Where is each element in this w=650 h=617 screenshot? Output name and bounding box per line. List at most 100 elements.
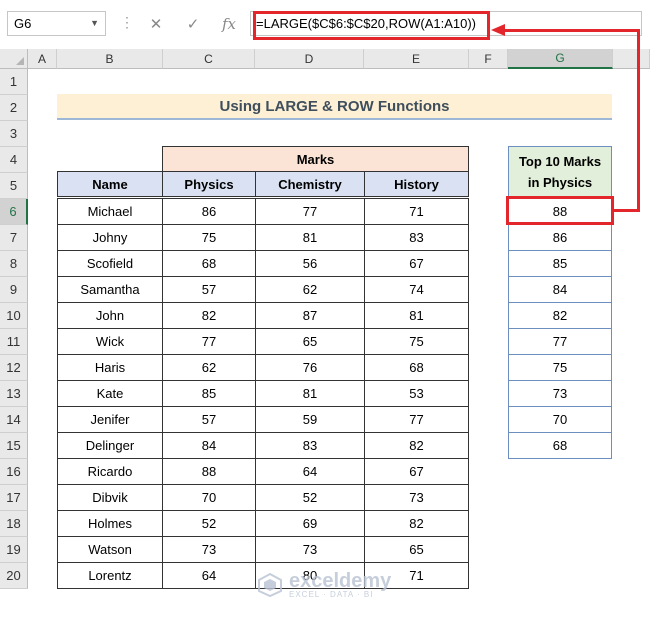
enter-icon[interactable]: ✓ [180, 11, 206, 36]
name-cell[interactable]: Watson [57, 536, 163, 563]
name-cell[interactable]: Kate [57, 380, 163, 407]
history-cell[interactable]: 67 [364, 250, 469, 277]
top10-header[interactable]: Top 10 Marks in Physics [508, 146, 612, 198]
header-history[interactable]: History [364, 171, 469, 197]
history-cell[interactable]: 68 [364, 354, 469, 381]
name-box[interactable]: G6 ▼ [7, 11, 106, 36]
physics-cell[interactable]: 73 [162, 536, 256, 563]
physics-cell[interactable]: 64 [162, 562, 256, 589]
column-header-c[interactable]: C [163, 49, 255, 69]
history-cell[interactable]: 75 [364, 328, 469, 355]
row-header-9[interactable]: 9 [0, 277, 28, 303]
name-cell[interactable]: Michael [57, 198, 163, 225]
history-cell[interactable]: 73 [364, 484, 469, 511]
chemistry-cell[interactable]: 73 [255, 536, 365, 563]
physics-cell[interactable]: 75 [162, 224, 256, 251]
physics-cell[interactable]: 82 [162, 302, 256, 329]
chemistry-cell[interactable]: 87 [255, 302, 365, 329]
chemistry-cell[interactable]: 59 [255, 406, 365, 433]
top10-value-cell[interactable]: 82 [508, 302, 612, 329]
chemistry-cell[interactable]: 81 [255, 380, 365, 407]
name-cell[interactable]: John [57, 302, 163, 329]
header-chemistry[interactable]: Chemistry [255, 171, 365, 197]
history-cell[interactable]: 83 [364, 224, 469, 251]
top10-value-cell[interactable]: 84 [508, 276, 612, 303]
row-header-3[interactable]: 3 [0, 121, 28, 147]
column-header-b[interactable]: B [57, 49, 163, 69]
top10-value-cell[interactable]: 73 [508, 380, 612, 407]
row-header-4[interactable]: 4 [0, 147, 28, 173]
top10-value-cell[interactable]: 70 [508, 406, 612, 433]
history-cell[interactable]: 77 [364, 406, 469, 433]
name-cell[interactable]: Jenifer [57, 406, 163, 433]
physics-cell[interactable]: 70 [162, 484, 256, 511]
row-header-6[interactable]: 6 [0, 199, 28, 225]
history-cell[interactable]: 81 [364, 302, 469, 329]
top10-value-cell[interactable]: 75 [508, 354, 612, 381]
name-cell[interactable]: Lorentz [57, 562, 163, 589]
row-header-1[interactable]: 1 [0, 69, 28, 95]
name-cell[interactable]: Ricardo [57, 458, 163, 485]
top10-value-cell[interactable]: 68 [508, 432, 612, 459]
column-header-f[interactable]: F [469, 49, 508, 69]
chemistry-cell[interactable]: 64 [255, 458, 365, 485]
name-cell[interactable]: Wick [57, 328, 163, 355]
select-all-corner[interactable] [0, 49, 28, 69]
row-header-14[interactable]: 14 [0, 407, 28, 433]
chemistry-cell[interactable]: 83 [255, 432, 365, 459]
history-cell[interactable]: 67 [364, 458, 469, 485]
name-cell[interactable]: Samantha [57, 276, 163, 303]
chemistry-cell[interactable]: 81 [255, 224, 365, 251]
physics-cell[interactable]: 86 [162, 198, 256, 225]
chemistry-cell[interactable]: 76 [255, 354, 365, 381]
physics-cell[interactable]: 88 [162, 458, 256, 485]
chemistry-cell[interactable]: 77 [255, 198, 365, 225]
function-icon[interactable]: fx [216, 11, 242, 36]
name-cell[interactable]: Dibvik [57, 484, 163, 511]
cancel-icon[interactable]: ✕ [143, 11, 169, 36]
row-header-5[interactable]: 5 [0, 173, 28, 199]
name-cell[interactable]: Delinger [57, 432, 163, 459]
name-cell[interactable]: Haris [57, 354, 163, 381]
column-header-d[interactable]: D [255, 49, 364, 69]
column-header-h[interactable] [613, 49, 650, 69]
row-header-17[interactable]: 17 [0, 485, 28, 511]
name-cell[interactable]: Scofield [57, 250, 163, 277]
top10-value-cell[interactable]: 86 [508, 224, 612, 251]
physics-cell[interactable]: 85 [162, 380, 256, 407]
sheet-title[interactable]: Using LARGE & ROW Functions [57, 94, 612, 120]
header-name[interactable]: Name [57, 171, 163, 197]
row-header-15[interactable]: 15 [0, 433, 28, 459]
name-cell[interactable]: Holmes [57, 510, 163, 537]
row-header-7[interactable]: 7 [0, 225, 28, 251]
history-cell[interactable]: 82 [364, 432, 469, 459]
physics-cell[interactable]: 62 [162, 354, 256, 381]
row-header-12[interactable]: 12 [0, 355, 28, 381]
chemistry-cell[interactable]: 56 [255, 250, 365, 277]
row-header-8[interactable]: 8 [0, 251, 28, 277]
chemistry-cell[interactable]: 65 [255, 328, 365, 355]
chemistry-cell[interactable]: 62 [255, 276, 365, 303]
chemistry-cell[interactable]: 52 [255, 484, 365, 511]
history-cell[interactable]: 53 [364, 380, 469, 407]
history-cell[interactable]: 74 [364, 276, 469, 303]
row-header-10[interactable]: 10 [0, 303, 28, 329]
chemistry-cell[interactable]: 69 [255, 510, 365, 537]
row-header-11[interactable]: 11 [0, 329, 28, 355]
chevron-down-icon[interactable]: ▼ [90, 18, 99, 28]
row-header-16[interactable]: 16 [0, 459, 28, 485]
top10-value-cell[interactable]: 77 [508, 328, 612, 355]
row-header-2[interactable]: 2 [0, 95, 28, 121]
row-header-20[interactable]: 20 [0, 563, 28, 589]
drag-handle-icon[interactable]: ⋮ [120, 14, 134, 31]
physics-cell[interactable]: 57 [162, 406, 256, 433]
physics-cell[interactable]: 77 [162, 328, 256, 355]
marks-group-header[interactable]: Marks [162, 146, 469, 172]
history-cell[interactable]: 82 [364, 510, 469, 537]
column-header-a[interactable]: A [28, 49, 57, 69]
row-header-18[interactable]: 18 [0, 511, 28, 537]
header-physics[interactable]: Physics [162, 171, 256, 197]
row-header-19[interactable]: 19 [0, 537, 28, 563]
physics-cell[interactable]: 52 [162, 510, 256, 537]
physics-cell[interactable]: 84 [162, 432, 256, 459]
